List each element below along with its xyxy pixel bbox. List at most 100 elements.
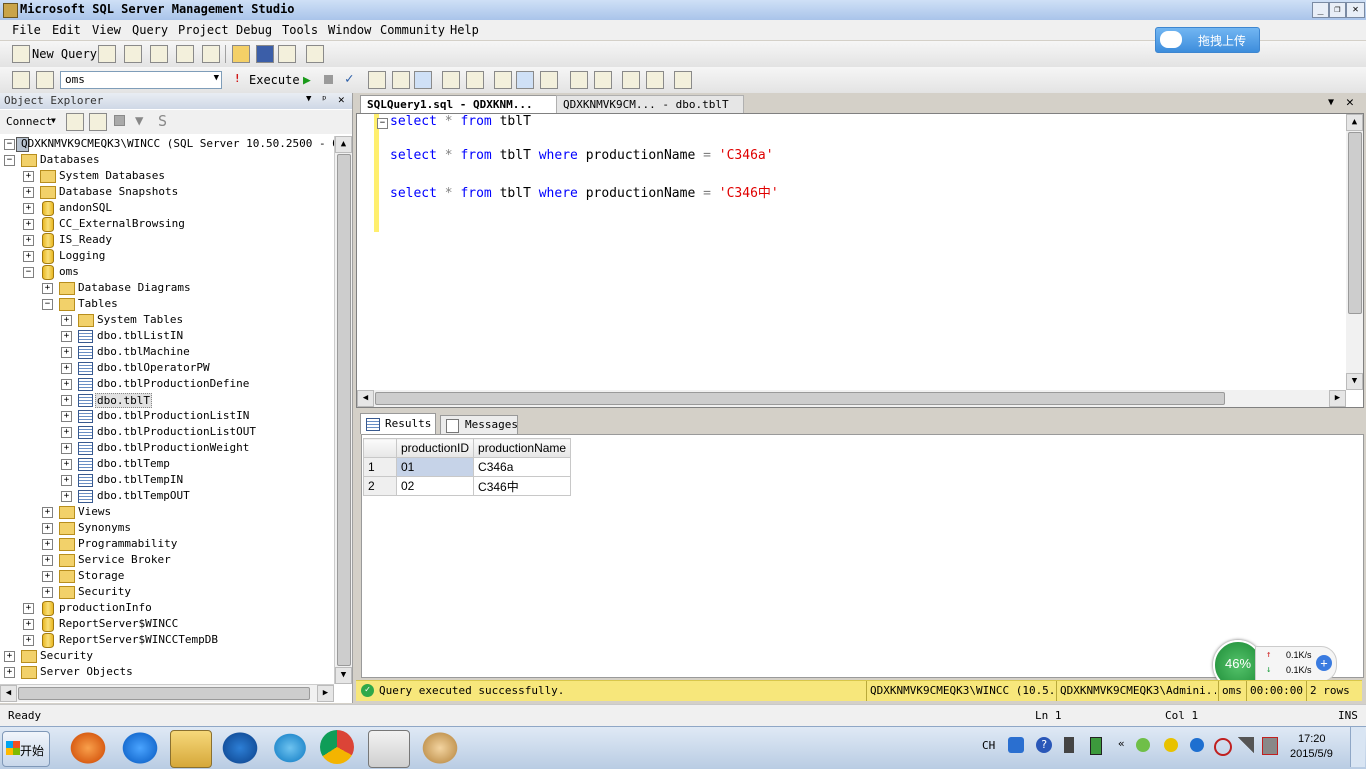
scroll-left-icon[interactable]: ◀: [0, 685, 17, 702]
help-icon[interactable]: ?: [1036, 737, 1052, 753]
query-designer-icon[interactable]: [392, 71, 410, 89]
sync-tray-icon[interactable]: [1190, 738, 1204, 752]
comment-icon[interactable]: [570, 71, 588, 89]
bird-app-icon[interactable]: [270, 730, 310, 766]
scroll-left-icon[interactable]: ◀: [357, 390, 374, 407]
menu-query[interactable]: Query: [132, 23, 168, 37]
database-select[interactable]: oms ▼: [60, 71, 222, 89]
show-hidden-icons[interactable]: «: [1118, 737, 1125, 750]
show-desktop-button[interactable]: [1350, 727, 1365, 767]
menu-file[interactable]: File: [12, 23, 41, 37]
new-query-icon[interactable]: [12, 45, 30, 63]
new-query-button[interactable]: New Query: [32, 47, 97, 61]
clock-date[interactable]: 2015/5/9: [1290, 748, 1333, 760]
disconnect-icon[interactable]: [36, 71, 54, 89]
activity-monitor-icon[interactable]: [306, 45, 324, 63]
collapse-region-icon[interactable]: −: [377, 118, 388, 129]
chevron-down-icon[interactable]: ▼: [51, 116, 56, 125]
results-grid-icon[interactable]: [516, 71, 534, 89]
analysis-query-icon[interactable]: [124, 45, 142, 63]
mdx-query-icon[interactable]: [150, 45, 168, 63]
menu-window[interactable]: Window: [328, 23, 371, 37]
plus-icon[interactable]: +: [1316, 655, 1332, 671]
ime-tray-icon[interactable]: [1064, 737, 1074, 753]
column-header[interactable]: productionName: [473, 438, 572, 458]
cell-production-id[interactable]: 01: [395, 457, 475, 477]
menu-debug[interactable]: Debug: [236, 23, 272, 37]
battery-icon[interactable]: [1090, 737, 1102, 755]
scrollbar-thumb[interactable]: [337, 154, 351, 666]
network-signal-icon[interactable]: [1238, 737, 1254, 753]
close-button[interactable]: ✕: [1346, 2, 1365, 18]
tree-server-node[interactable]: − QDXKNMVK9CMEQK3\WINCC (SQL Server 10.5…: [4, 136, 334, 152]
cell-production-name[interactable]: C346中: [473, 476, 572, 496]
scroll-right-icon[interactable]: ▶: [1329, 390, 1346, 407]
open-folder-icon[interactable]: [232, 45, 250, 63]
stop-icon[interactable]: [324, 75, 333, 84]
refresh-icon[interactable]: S: [158, 112, 167, 130]
execute-icon[interactable]: !: [234, 72, 241, 85]
report-icon[interactable]: [202, 45, 220, 63]
column-header[interactable]: productionID: [395, 438, 475, 458]
security-tray-icon[interactable]: [1136, 738, 1150, 752]
minimize-button[interactable]: _: [1312, 2, 1329, 18]
filter-icon[interactable]: ▼: [135, 113, 143, 129]
scroll-right-icon[interactable]: ▶: [317, 685, 334, 702]
maximize-button[interactable]: ❐: [1329, 2, 1346, 18]
tab-results[interactable]: Results: [360, 413, 436, 434]
anchor-tray-icon[interactable]: [1008, 737, 1024, 753]
execute-button[interactable]: Execute: [249, 73, 300, 87]
print-icon[interactable]: [278, 45, 296, 63]
im-client-icon[interactable]: [120, 730, 160, 766]
estimated-plan-icon[interactable]: [368, 71, 386, 89]
input-language[interactable]: CH: [982, 739, 995, 752]
pin-icon[interactable]: ᵖ: [321, 93, 328, 106]
debug-play-icon[interactable]: ▶: [303, 73, 311, 88]
object-explorer-vertical-scrollbar[interactable]: ▲ ▼: [334, 136, 352, 684]
uncomment-icon[interactable]: [594, 71, 612, 89]
editor-horizontal-scrollbar[interactable]: ◀ ▶: [357, 390, 1346, 407]
save-icon[interactable]: [256, 45, 274, 63]
file-explorer-icon[interactable]: [170, 730, 212, 768]
volume-icon[interactable]: [1262, 737, 1278, 755]
start-button[interactable]: 开始: [2, 731, 50, 767]
menu-view[interactable]: View: [92, 23, 121, 37]
editor-vertical-scrollbar[interactable]: ▲ ▼: [1346, 114, 1363, 390]
scroll-up-icon[interactable]: ▲: [335, 136, 352, 153]
tab-sqlquery1[interactable]: SQLQuery1.sql - QDXKNM...: [360, 95, 562, 113]
cell-production-id[interactable]: 02: [395, 476, 475, 496]
connect-dropdown[interactable]: Connect: [6, 115, 52, 128]
scrollbar-thumb[interactable]: [18, 687, 310, 700]
tab-messages[interactable]: Messages: [440, 415, 518, 435]
row-header-corner[interactable]: [363, 438, 397, 458]
paint-icon[interactable]: [420, 730, 460, 766]
pane-dropdown-icon[interactable]: ▼: [306, 94, 311, 104]
connect-server-icon[interactable]: [66, 113, 84, 131]
media-player-icon[interactable]: [68, 730, 108, 766]
disconnect-server-icon[interactable]: [89, 113, 107, 131]
tabs-dropdown-icon[interactable]: ▼: [1328, 97, 1334, 108]
sql-editor[interactable]: − select * from tblT select * from tblT …: [356, 113, 1364, 408]
ssms-taskbar-icon[interactable]: [368, 730, 410, 768]
table-row[interactable]: 2 02 C346中: [363, 476, 572, 496]
table-row[interactable]: 1 01 C346a: [363, 457, 572, 477]
intellisense-icon[interactable]: [414, 71, 432, 89]
row-number[interactable]: 2: [363, 476, 397, 496]
scroll-down-icon[interactable]: ▼: [1346, 373, 1363, 390]
new-file-icon[interactable]: [98, 45, 116, 63]
mute-icon[interactable]: [1214, 738, 1232, 756]
results-text-icon[interactable]: [494, 71, 512, 89]
stop-icon[interactable]: [114, 115, 125, 126]
scrollbar-thumb[interactable]: [375, 392, 1225, 405]
xmla-query-icon[interactable]: [176, 45, 194, 63]
anchor-app-icon[interactable]: [220, 730, 260, 766]
menu-help[interactable]: Help: [450, 23, 479, 37]
include-plan-icon[interactable]: [442, 71, 460, 89]
menu-tools[interactable]: Tools: [282, 23, 318, 37]
specify-values-icon[interactable]: [674, 71, 692, 89]
cell-production-name[interactable]: C346a: [473, 457, 572, 477]
menu-project[interactable]: Project: [178, 23, 229, 37]
tab-dbo-tblt[interactable]: QDXKNMVK9CM... - dbo.tblT: [556, 95, 744, 114]
update-tray-icon[interactable]: [1164, 738, 1178, 752]
connect-icon[interactable]: [12, 71, 30, 89]
